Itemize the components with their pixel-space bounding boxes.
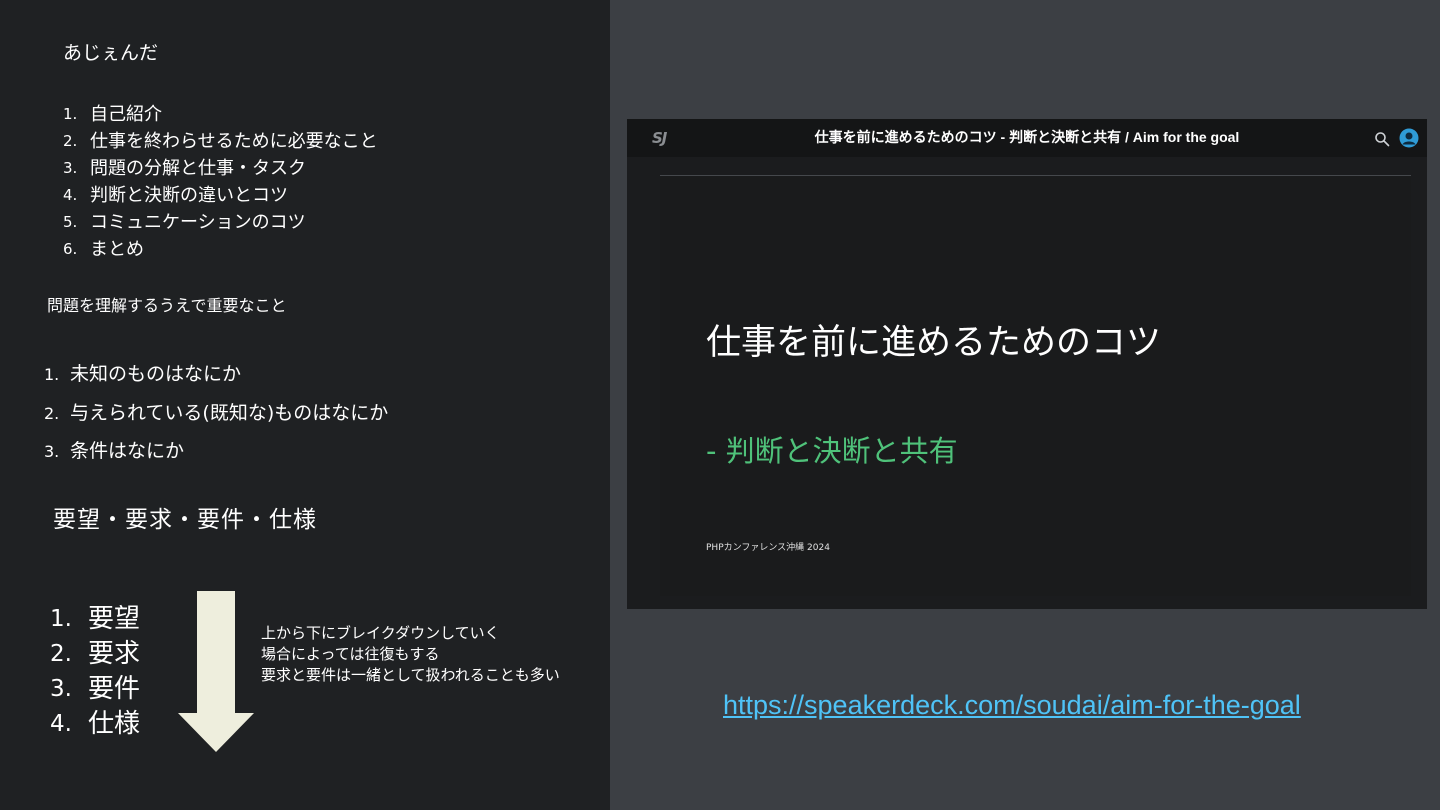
agenda-item-number: 3. bbox=[63, 159, 78, 177]
agenda-item-label: 仕事を終わらせるために必要なこと bbox=[90, 131, 378, 152]
requirement-number: 3. bbox=[50, 676, 72, 702]
question-list: 1. 未知のものはなにか 2. 与えられている(既知な)ものはなにか 3. 条件はなに… bbox=[44, 361, 388, 477]
question-label: 与えられている(既知な)ものはなにか bbox=[70, 401, 389, 424]
down-arrow-icon bbox=[178, 591, 254, 752]
question-label: 未知のものはなにか bbox=[70, 363, 242, 385]
agenda-title: あじぇんだ bbox=[63, 42, 159, 64]
requirement-number: 2. bbox=[50, 641, 72, 667]
agenda-item-number: 4. bbox=[63, 186, 78, 204]
requirement-label: 要求 bbox=[88, 639, 141, 669]
question-number: 2. bbox=[44, 403, 60, 423]
agenda-item-label: 自己紹介 bbox=[90, 104, 162, 125]
requirement-item: 1. 要望 bbox=[50, 602, 140, 637]
agenda-item: 3. 問題の分解と仕事・タスク bbox=[63, 155, 378, 182]
question-number: 1. bbox=[44, 365, 60, 384]
agenda-item-number: 2. bbox=[63, 132, 78, 150]
agenda-item-label: 問題の分解と仕事・タスク bbox=[90, 158, 306, 179]
agenda-item-number: 5. bbox=[63, 213, 78, 231]
note-line: 上から下にブレイクダウンしていく bbox=[261, 624, 500, 642]
agenda-item-label: まとめ bbox=[90, 239, 144, 260]
deck-title[interactable]: 仕事を前に進めるためのコツ - 判断と決断と共有 / Aim for the g… bbox=[627, 119, 1427, 157]
user-avatar-icon[interactable] bbox=[1399, 128, 1419, 148]
viewer-header: SJ 仕事を前に進めるためのコツ - 判断と決断と共有 / Aim for th… bbox=[627, 119, 1427, 157]
agenda-item: 2. 仕事を終わらせるために必要なこと bbox=[63, 128, 378, 155]
requirements-title: 要望・要求・要件・仕様 bbox=[53, 507, 317, 533]
agenda-list: 1. 自己紹介 2. 仕事を終わらせるために必要なこと 3. 問題の分解と仕事・タスク… bbox=[63, 101, 378, 263]
requirement-number: 1. bbox=[50, 606, 72, 632]
question-label: 条件はなにか bbox=[70, 440, 185, 462]
slide-canvas[interactable]: 仕事を前に進めるためのコツ - 判断と決断と共有 PHPカンファレンス沖縄 20… bbox=[660, 175, 1411, 596]
question-item: 1. 未知のものはなにか bbox=[44, 361, 388, 400]
question-number: 3. bbox=[44, 442, 60, 461]
agenda-item: 1. 自己紹介 bbox=[63, 101, 378, 128]
agenda-item: 6. まとめ bbox=[63, 236, 378, 263]
agenda-item: 5. コミュニケーションのコツ bbox=[63, 209, 378, 236]
agenda-item: 4. 判断と決断の違いとコツ bbox=[63, 182, 378, 209]
slide-subtitle: - 判断と決断と共有 bbox=[706, 434, 958, 468]
question-item: 3. 条件はなにか bbox=[44, 438, 388, 477]
slide-title: 仕事を前に進めるためのコツ bbox=[706, 323, 1162, 363]
requirement-label: 要望 bbox=[88, 604, 141, 634]
notes-panel: あじぇんだ 1. 自己紹介 2. 仕事を終わらせるために必要なこと 3. 問題の分解と… bbox=[0, 0, 610, 810]
slide-viewer: SJ 仕事を前に進めるためのコツ - 判断と決断と共有 / Aim for th… bbox=[627, 119, 1427, 609]
section-title: 問題を理解するうえで重要なこと bbox=[47, 296, 287, 315]
agenda-item-label: コミュニケーションのコツ bbox=[90, 212, 306, 233]
agenda-item-number: 6. bbox=[63, 240, 78, 258]
requirement-label: 要件 bbox=[88, 674, 141, 704]
question-item: 2. 与えられている(既知な)ものはなにか bbox=[44, 400, 388, 439]
requirement-item: 4. 仕様 bbox=[50, 707, 140, 742]
agenda-item-number: 1. bbox=[63, 105, 78, 123]
speakerdeck-link[interactable]: https://speakerdeck.com/soudai/aim-for-t… bbox=[723, 690, 1301, 721]
slide-footer: PHPカンファレンス沖縄 2024 bbox=[706, 543, 830, 553]
requirement-item: 2. 要求 bbox=[50, 637, 140, 672]
requirement-item: 3. 要件 bbox=[50, 672, 140, 707]
requirement-number: 4. bbox=[50, 711, 72, 737]
search-icon[interactable] bbox=[1374, 131, 1390, 147]
breakdown-note: 上から下にブレイクダウンしていく 場合によっては往復もする 要求と要件は一緒とし… bbox=[261, 623, 560, 686]
requirements-list: 1. 要望 2. 要求 3. 要件 4. 仕様 bbox=[50, 602, 140, 742]
note-line: 場合によっては往復もする bbox=[261, 645, 440, 663]
agenda-item-label: 判断と決断の違いとコツ bbox=[90, 185, 288, 206]
requirement-label: 仕様 bbox=[88, 709, 141, 739]
note-line: 要求と要件は一緒として扱われることも多い bbox=[261, 666, 560, 684]
